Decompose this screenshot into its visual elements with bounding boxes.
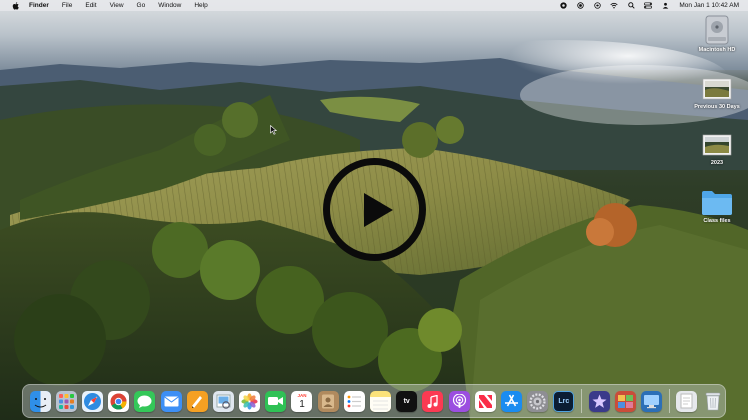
menu-view[interactable]: View <box>110 2 124 9</box>
safari-icon[interactable] <box>81 390 103 412</box>
play-triangle <box>364 192 393 227</box>
menu-go[interactable]: Go <box>137 2 146 9</box>
wifi-icon[interactable] <box>610 2 618 10</box>
pages-icon[interactable] <box>186 390 208 412</box>
podcasts-icon[interactable] <box>448 390 470 412</box>
record-icon[interactable] <box>576 2 584 10</box>
messages-icon[interactable] <box>134 390 156 412</box>
apple-tv-icon[interactable]: tv <box>396 390 418 412</box>
facetime-icon[interactable] <box>265 390 287 412</box>
music-icon[interactable] <box>422 390 444 412</box>
mouse-cursor-icon <box>270 125 277 135</box>
finder-icon[interactable] <box>29 390 51 412</box>
chrome-icon[interactable] <box>108 390 130 412</box>
calendar-day: 1 <box>299 398 305 410</box>
apple-tv-label: tv <box>403 397 410 405</box>
dock: JAN 1 tv Lrc <box>22 384 726 418</box>
menu-window[interactable]: Window <box>158 2 181 9</box>
play-icon[interactable] <box>323 158 426 261</box>
preview-icon[interactable] <box>212 390 234 412</box>
dock-separator <box>580 389 582 413</box>
user-icon[interactable] <box>661 2 669 10</box>
menu-bar: Finder File Edit View Go Window Help Mon… <box>0 0 748 11</box>
desktop-item-class-files[interactable]: Class files <box>687 188 747 224</box>
screen-sharing-icon[interactable] <box>640 390 662 412</box>
control-center-icon[interactable] <box>644 2 653 10</box>
reminders-icon[interactable] <box>343 390 365 412</box>
downloads-stack-icon[interactable] <box>676 390 698 412</box>
focus-icon[interactable] <box>559 2 567 10</box>
menu-clock[interactable]: Mon Jan 1 10:42 AM <box>679 2 739 9</box>
menu-file[interactable]: File <box>62 2 72 9</box>
desktop-item-label: 2023 <box>710 160 724 166</box>
lightroom-label: Lrc <box>558 397 570 405</box>
desktop-item-macintosh-hd[interactable]: Macintosh HD <box>687 15 747 53</box>
dock-separator <box>668 389 670 413</box>
search-icon[interactable] <box>627 2 635 10</box>
desktop-item-label: Macintosh HD <box>698 47 736 53</box>
trash-icon[interactable] <box>702 391 723 412</box>
siri-icon[interactable] <box>593 2 601 10</box>
mail-icon[interactable] <box>160 390 182 412</box>
desktop-item-label: Previous 30 Days <box>694 104 740 110</box>
calendar-icon[interactable]: JAN 1 <box>291 390 313 412</box>
photo-booth-icon[interactable] <box>614 390 636 412</box>
apple-logo-icon[interactable] <box>9 1 21 10</box>
photo-icon <box>702 132 732 158</box>
system-settings-icon[interactable] <box>527 390 549 412</box>
desktop-item-2023[interactable]: 2023 <box>687 132 747 166</box>
photos-icon[interactable] <box>239 390 261 412</box>
notes-icon[interactable] <box>370 390 392 412</box>
menu-help[interactable]: Help <box>194 2 207 9</box>
menu-finder[interactable]: Finder <box>29 2 49 9</box>
launchpad-icon[interactable] <box>55 390 77 412</box>
contacts-icon[interactable] <box>317 390 339 412</box>
app-store-icon[interactable] <box>500 390 522 412</box>
news-icon[interactable] <box>474 390 496 412</box>
desktop-item-label: Class files <box>703 218 731 224</box>
lightroom-classic-icon[interactable]: Lrc <box>553 390 575 412</box>
folder-icon <box>701 188 733 216</box>
desktop-item-previous-30-days[interactable]: Previous 30 Days <box>687 76 747 110</box>
menu-edit[interactable]: Edit <box>85 2 96 9</box>
photo-icon <box>702 76 732 102</box>
imovie-icon[interactable] <box>588 390 610 412</box>
hard-drive-icon <box>703 15 731 45</box>
